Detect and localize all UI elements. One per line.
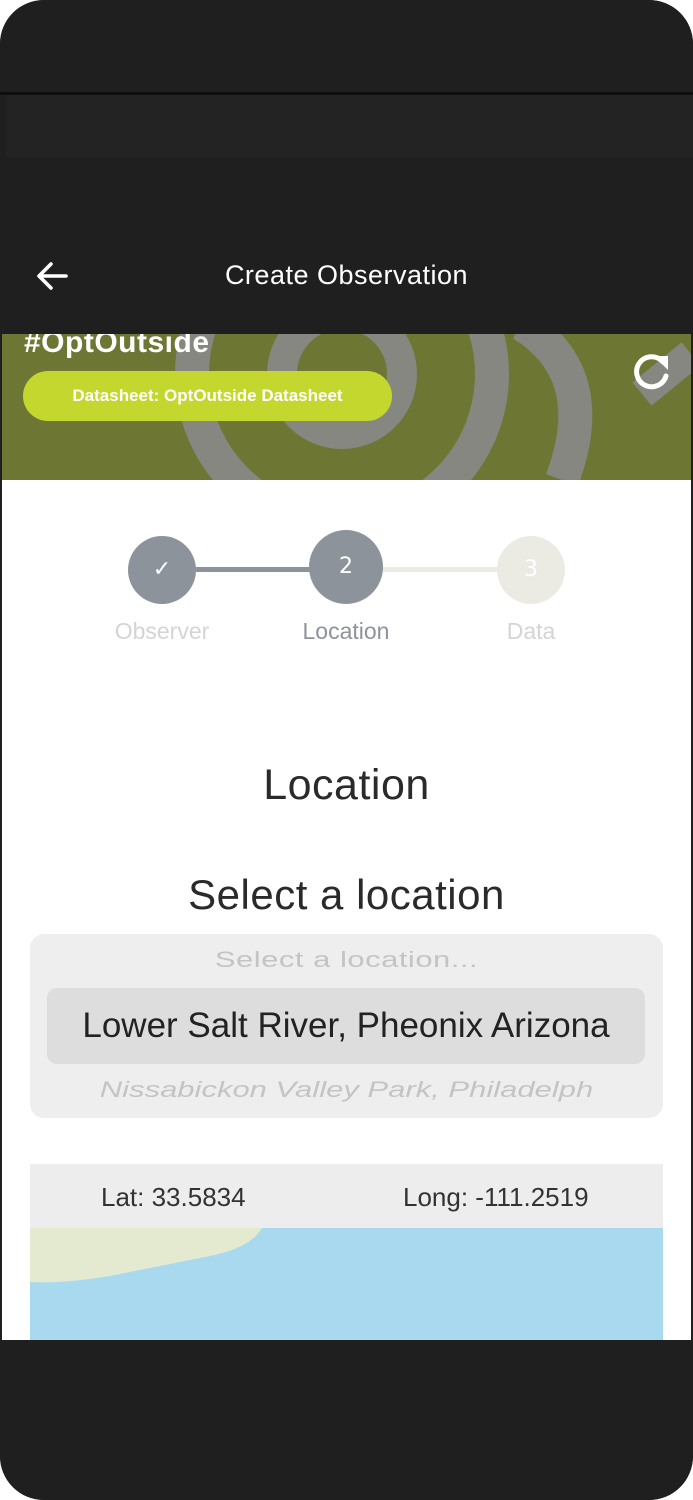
step-1-circle[interactable]: ✓ <box>128 536 196 604</box>
app-header: Create Observation <box>2 196 691 334</box>
step-1-label: Observer <box>114 618 210 644</box>
page-title: Create Observation <box>224 260 469 290</box>
latitude-value: Lat: 33.5834 <box>101 1182 246 1212</box>
checkmark-icon: ✓ <box>152 557 172 582</box>
bottom-bezel <box>0 1340 693 1500</box>
refresh-icon <box>634 354 669 390</box>
step-3-number: 3 <box>524 557 538 582</box>
project-banner: #OptOutside Datasheet: OptOutside Datash… <box>2 334 691 480</box>
phone-frame: Create Observation #OptOutside Datasheet… <box>0 0 693 1500</box>
step-connector-pending <box>382 567 502 572</box>
datasheet-badge[interactable]: Datasheet: OptOutside Datasheet <box>23 371 392 421</box>
longitude-value: Long: -111.2519 <box>403 1182 589 1212</box>
location-picker[interactable]: Select a location... Lower Salt River, P… <box>30 934 663 1118</box>
step-connector-completed <box>195 567 315 572</box>
coordinates-bar: Lat: 33.5834 Long: -111.2519 <box>30 1164 663 1228</box>
progress-stepper: ✓ 2 3 Observer Location Data <box>2 480 691 680</box>
project-title: #OptOutside <box>24 334 210 359</box>
app-screen: Create Observation #OptOutside Datasheet… <box>2 196 691 1340</box>
picker-option-selected[interactable]: Lower Salt River, Pheonix Arizona <box>47 988 645 1064</box>
step-2-label: Location <box>302 618 390 644</box>
step-2-circle[interactable]: 2 <box>309 530 383 604</box>
picker-option-previous[interactable]: Select a location... <box>30 947 663 973</box>
location-map[interactable]: Lat: 33.5834 Long: -111.2519 <box>30 1164 663 1340</box>
step-2-number: 2 <box>339 554 353 579</box>
top-bar-area-lower <box>0 157 693 197</box>
status-bar-area <box>0 0 693 92</box>
picker-option-next[interactable]: Nissabickon Valley Park, Philadelph <box>30 1077 663 1103</box>
step-3-circle[interactable]: 3 <box>497 536 565 604</box>
map-land-shape <box>30 1228 262 1283</box>
location-prompt: Select a location <box>188 871 505 918</box>
step-3-label: Data <box>506 618 556 644</box>
section-title: Location <box>263 761 430 809</box>
refresh-button[interactable] <box>630 350 674 394</box>
top-bar-area <box>6 95 693 157</box>
